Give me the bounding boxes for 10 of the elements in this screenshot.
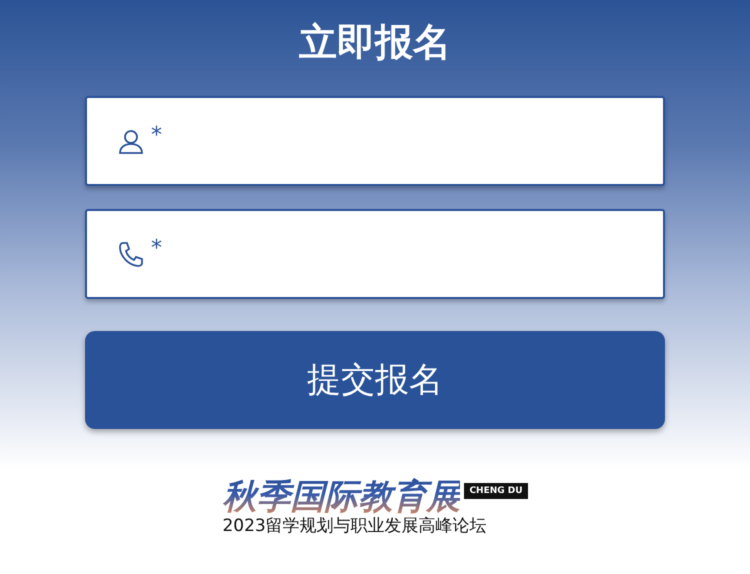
logo-tag: CHENG DU <box>464 483 528 499</box>
form-title: 立即报名 <box>299 19 451 66</box>
input-field[interactable]: * <box>85 96 665 186</box>
input-field[interactable]: * <box>85 209 665 299</box>
required-mark: * <box>151 236 162 260</box>
phone-icon <box>117 240 145 268</box>
submit-button[interactable]: 提交报名 <box>85 331 665 429</box>
logo-subtitle: 2023留学规划与职业发展高峰论坛 <box>222 515 487 537</box>
person-icon <box>117 127 145 155</box>
required-mark: * <box>151 122 162 148</box>
